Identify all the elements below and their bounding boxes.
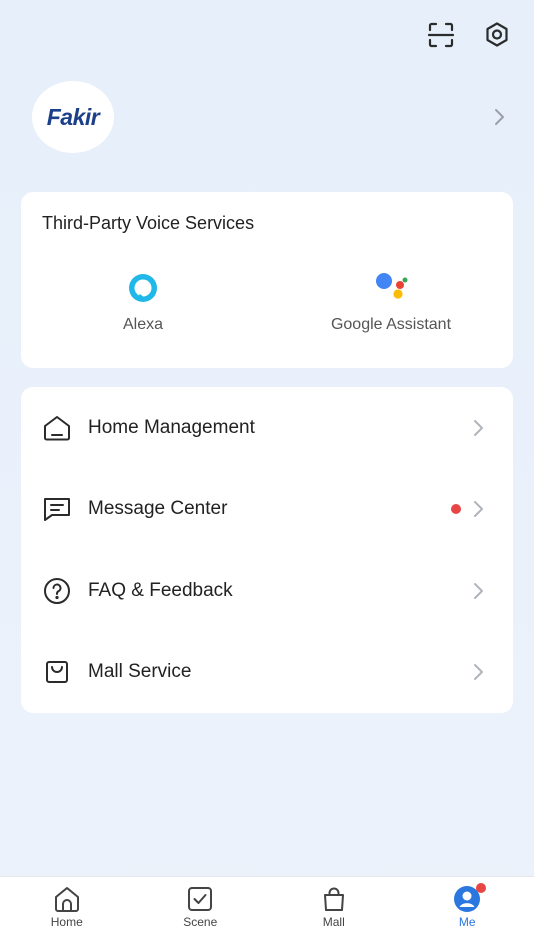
- top-bar: [424, 18, 514, 52]
- menu-item-home-management[interactable]: Home Management: [21, 387, 513, 469]
- menu-item-label: FAQ & Feedback: [88, 580, 233, 601]
- tab-label: Scene: [183, 915, 218, 929]
- menu-item-mall-service[interactable]: Mall Service: [21, 631, 513, 713]
- home-tab-icon: [54, 887, 79, 912]
- google-assistant-label: Google Assistant: [330, 316, 452, 333]
- chevron-right-icon: [495, 109, 504, 125]
- tab-scene[interactable]: Scene: [134, 877, 268, 950]
- settings-button[interactable]: [480, 18, 514, 52]
- chevron-right-icon: [474, 664, 483, 680]
- tab-label: Home: [50, 915, 83, 929]
- voice-service-google-assistant[interactable]: Google Assistant: [311, 272, 471, 334]
- scan-button[interactable]: [424, 18, 458, 52]
- home-icon: [42, 413, 72, 443]
- tab-label: Me: [458, 915, 476, 929]
- voice-service-alexa[interactable]: Alexa: [93, 272, 193, 334]
- tab-mall[interactable]: Mall: [267, 877, 401, 950]
- settings-gear-icon: [486, 22, 508, 47]
- menu-item-label: Message Center: [88, 498, 228, 519]
- tab-home[interactable]: Home: [0, 877, 134, 950]
- scene-tab-icon: [188, 887, 213, 911]
- help-icon: [42, 576, 72, 606]
- chevron-right-icon: [474, 420, 483, 436]
- mall-tab-icon: [323, 887, 344, 911]
- notification-badge: [476, 883, 487, 893]
- alexa-label: Alexa: [122, 316, 164, 333]
- chevron-right-icon: [474, 583, 483, 599]
- tab-me[interactable]: Me: [401, 877, 534, 950]
- menu-item-label: Home Management: [88, 417, 255, 438]
- menu-item-label: Mall Service: [88, 661, 192, 682]
- menu-item-faq-feedback[interactable]: FAQ & Feedback: [21, 550, 513, 632]
- menu-card: Home Management Message Center FAQ & Fee…: [21, 387, 513, 713]
- voice-services-card: Third-Party Voice Services Alexa Google …: [21, 192, 513, 368]
- avatar[interactable]: Fakir: [32, 81, 114, 153]
- profile-row[interactable]: Fakir: [32, 80, 506, 154]
- unread-badge: [451, 504, 461, 514]
- alexa-icon: [129, 274, 157, 302]
- voice-services-title: Third-Party Voice Services: [42, 213, 255, 233]
- menu-item-message-center[interactable]: Message Center: [21, 468, 513, 550]
- tab-label: Mall: [322, 915, 345, 929]
- mall-service-icon: [42, 657, 72, 687]
- message-icon: [42, 494, 72, 524]
- google-assistant-icon: [376, 273, 408, 299]
- scan-icon: [428, 22, 454, 48]
- chevron-right-icon: [474, 501, 483, 517]
- bottom-tab-bar: Home Scene Mall Me: [0, 876, 534, 950]
- avatar-logo-text: Fakir: [46, 103, 100, 130]
